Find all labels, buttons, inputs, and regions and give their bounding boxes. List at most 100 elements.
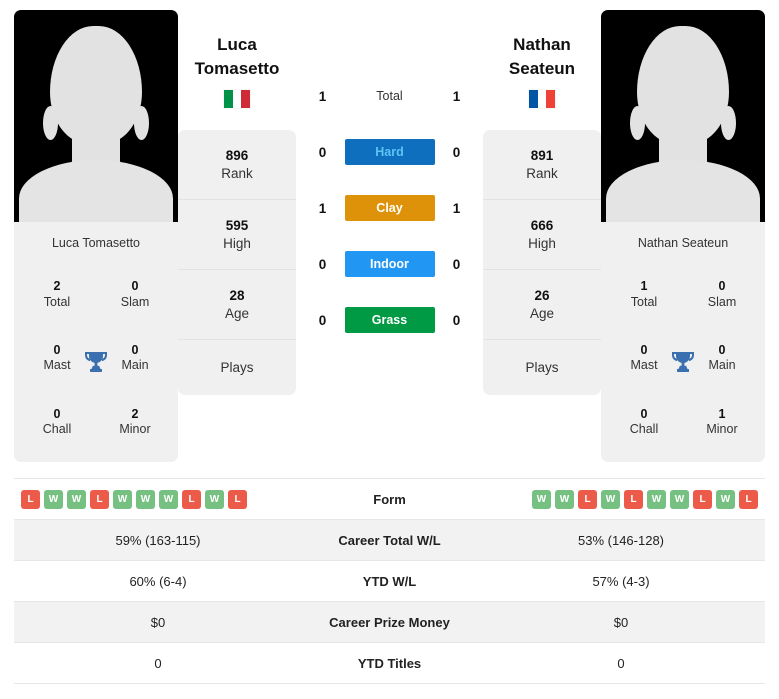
h2h-surface-badge-clay[interactable]: Clay	[344, 195, 435, 221]
form-badge-loss[interactable]: L	[21, 489, 40, 509]
h2h-row-hard: 0 Hard 0	[296, 124, 483, 180]
form-badge-loss[interactable]: L	[182, 489, 201, 509]
form-badge-win[interactable]: W	[67, 489, 86, 509]
right-player-last-name: Seateun	[508, 59, 576, 79]
head-to-head-surfaces: 1 Total 1 0 Hard 0 1 Clay 1 0 Indoor 0 0	[296, 10, 483, 348]
form-badge-win[interactable]: W	[159, 489, 178, 509]
stat-label: Rank	[526, 165, 558, 181]
h2h-right-score: 0	[452, 312, 461, 328]
form-badge-win[interactable]: W	[136, 489, 155, 509]
row-label-ytd-wl: YTD W/L	[302, 560, 477, 602]
stat-label: Age	[224, 305, 250, 321]
right-player-info-column: Nathan Seateun 891 Rank 666 High 26 Age	[483, 10, 601, 395]
left-player-card[interactable]: Luca Tomasetto 2 Total 0 Slam 0 Mast 0 M…	[14, 10, 178, 462]
title-label: Total	[630, 294, 658, 309]
title-label: Chall	[42, 422, 72, 437]
stat-row-age: 28 Age	[178, 270, 296, 340]
form-badge-win[interactable]: W	[555, 489, 574, 509]
silhouette-ear-right	[721, 106, 736, 140]
title-cell-chall: 0 Chall	[605, 390, 683, 454]
form-badge-loss[interactable]: L	[578, 489, 597, 509]
right-player-first-name: Nathan	[513, 35, 571, 54]
title-cell-minor: 1 Minor	[683, 390, 761, 454]
form-badge-loss[interactable]: L	[693, 489, 712, 509]
right-player-titles-grid: 1 Total 0 Slam 0 Mast 0 Main 0 Chall 1 M…	[601, 263, 765, 462]
form-badge-win[interactable]: W	[113, 489, 132, 509]
stat-label: Age	[529, 305, 555, 321]
players-header-section: Luca Tomasetto 2 Total 0 Slam 0 Mast 0 M…	[0, 0, 779, 470]
form-badge-win[interactable]: W	[532, 489, 551, 509]
left-player-first-name: Luca	[217, 35, 257, 54]
stat-value: 26	[534, 287, 550, 303]
left-player-avatar-column: Luca Tomasetto 2 Total 0 Slam 0 Mast 0 M…	[14, 10, 178, 462]
title-cell-total: 2 Total	[18, 263, 96, 327]
title-label: Minor	[706, 422, 738, 437]
table-row-ytd-wl: 60% (6-4) YTD W/L 57% (4-3)	[14, 560, 765, 602]
form-badge-win[interactable]: W	[647, 489, 666, 509]
left-form-badges: LWWLWWWLWL	[15, 489, 301, 509]
right-form-badges: WWLWLWWLWL	[478, 489, 764, 509]
stat-row-plays: Plays	[178, 340, 296, 395]
title-value: 0	[640, 342, 648, 357]
form-badge-loss[interactable]: L	[739, 489, 758, 509]
title-cell-slam: 0 Slam	[683, 263, 761, 327]
left-player-last-name: Tomasetto	[194, 59, 280, 79]
h2h-right-score: 0	[452, 144, 461, 160]
form-badge-loss[interactable]: L	[90, 489, 109, 509]
title-cell-total: 1 Total	[605, 263, 683, 327]
title-label: Mast	[630, 358, 658, 373]
stat-row-rank: 896 Rank	[178, 130, 296, 200]
form-badge-loss[interactable]: L	[228, 489, 247, 509]
player-comparison-page: Luca Tomasetto 2 Total 0 Slam 0 Mast 0 M…	[0, 0, 779, 699]
title-value: 0	[53, 406, 61, 421]
silhouette-shoulders	[606, 160, 760, 222]
title-value: 0	[640, 406, 648, 421]
h2h-surface-label-total: Total	[376, 89, 403, 103]
form-badge-win[interactable]: W	[670, 489, 689, 509]
h2h-right-score: 1	[452, 88, 461, 104]
right-career-total-wl: 53% (146-128)	[477, 519, 765, 561]
form-badge-win[interactable]: W	[205, 489, 224, 509]
stat-value: 891	[530, 147, 554, 163]
form-badge-win[interactable]: W	[601, 489, 620, 509]
left-player-flag-icon	[224, 90, 251, 108]
title-label: Mast	[43, 358, 71, 373]
stat-row-high: 595 High	[178, 200, 296, 270]
stat-row-rank: 891 Rank	[483, 130, 601, 200]
title-value: 0	[131, 279, 139, 294]
title-cell-chall: 0 Chall	[18, 390, 96, 454]
h2h-row-total: 1 Total 1	[296, 68, 483, 124]
trophy-icon	[83, 349, 109, 377]
h2h-right-score: 1	[452, 200, 461, 216]
table-row-form: LWWLWWWLWL Form WWLWLWWLWL	[14, 478, 765, 520]
left-ytd-wl: 60% (6-4)	[14, 560, 302, 602]
right-player-card[interactable]: Nathan Seateun 1 Total 0 Slam 0 Mast 0 M…	[601, 10, 765, 462]
title-label: Chall	[629, 422, 659, 437]
left-player-name[interactable]: Luca Tomasetto	[195, 10, 280, 82]
silhouette-ear-left	[43, 106, 58, 140]
title-label: Slam	[120, 294, 150, 309]
stat-label: High	[528, 235, 556, 251]
title-value: 0	[131, 342, 139, 357]
right-player-name[interactable]: Nathan Seateun	[509, 10, 575, 82]
silhouette-ear-left	[630, 106, 645, 140]
left-player-titles-grid: 2 Total 0 Slam 0 Mast 0 Main 0 Chall 2 M…	[14, 263, 178, 462]
form-badge-win[interactable]: W	[716, 489, 735, 509]
h2h-surface-badge-grass[interactable]: Grass	[344, 307, 435, 333]
h2h-surface-badge-indoor[interactable]: Indoor	[344, 251, 435, 277]
title-value: 1	[640, 279, 648, 294]
h2h-left-score: 1	[318, 200, 327, 216]
stat-row-high: 666 High	[483, 200, 601, 270]
left-player-stats-card: 896 Rank 595 High 28 Age Plays	[178, 130, 296, 395]
title-value: 1	[718, 406, 726, 421]
form-badge-win[interactable]: W	[44, 489, 63, 509]
h2h-surface-badge-hard[interactable]: Hard	[344, 139, 435, 165]
silhouette-shoulders	[19, 160, 173, 222]
avatar-placeholder-icon	[14, 10, 178, 222]
row-label-ytd-titles: YTD Titles	[302, 642, 477, 684]
title-value: 0	[718, 279, 726, 294]
form-badge-loss[interactable]: L	[624, 489, 643, 509]
title-value: 2	[53, 279, 61, 294]
left-player-info-column: Luca Tomasetto 896 Rank 595 High 28 Age	[178, 10, 296, 395]
h2h-right-score: 0	[452, 256, 461, 272]
